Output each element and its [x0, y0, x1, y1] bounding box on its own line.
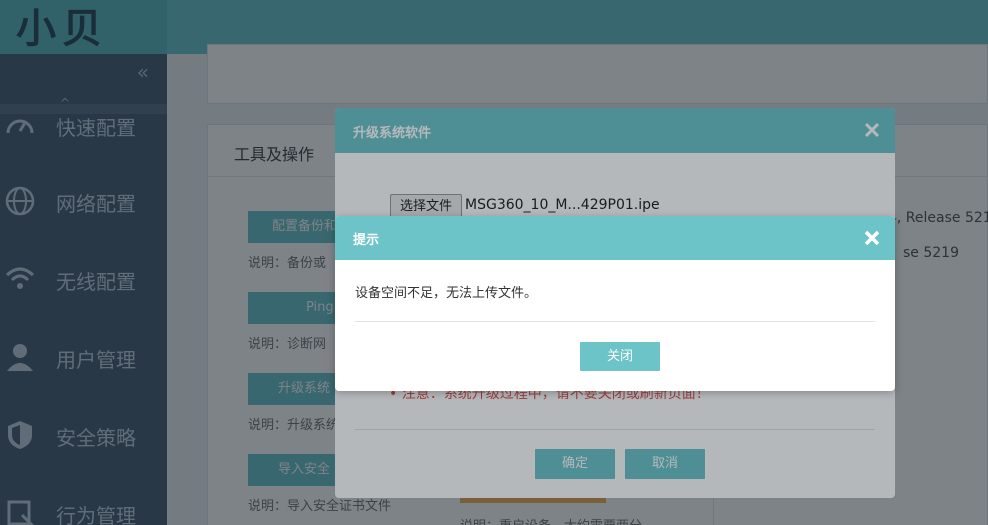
close-icon[interactable]	[863, 229, 881, 247]
alert-dialog-divider	[355, 321, 875, 322]
alert-dialog: 提示 设备空间不足，无法上传文件。 关闭	[335, 216, 895, 391]
alert-dialog-title: 提示	[353, 233, 380, 248]
alert-dialog-header: 提示	[335, 216, 895, 260]
close-button[interactable]: 关闭	[580, 342, 660, 371]
alert-message: 设备空间不足，无法上传文件。	[355, 286, 538, 301]
